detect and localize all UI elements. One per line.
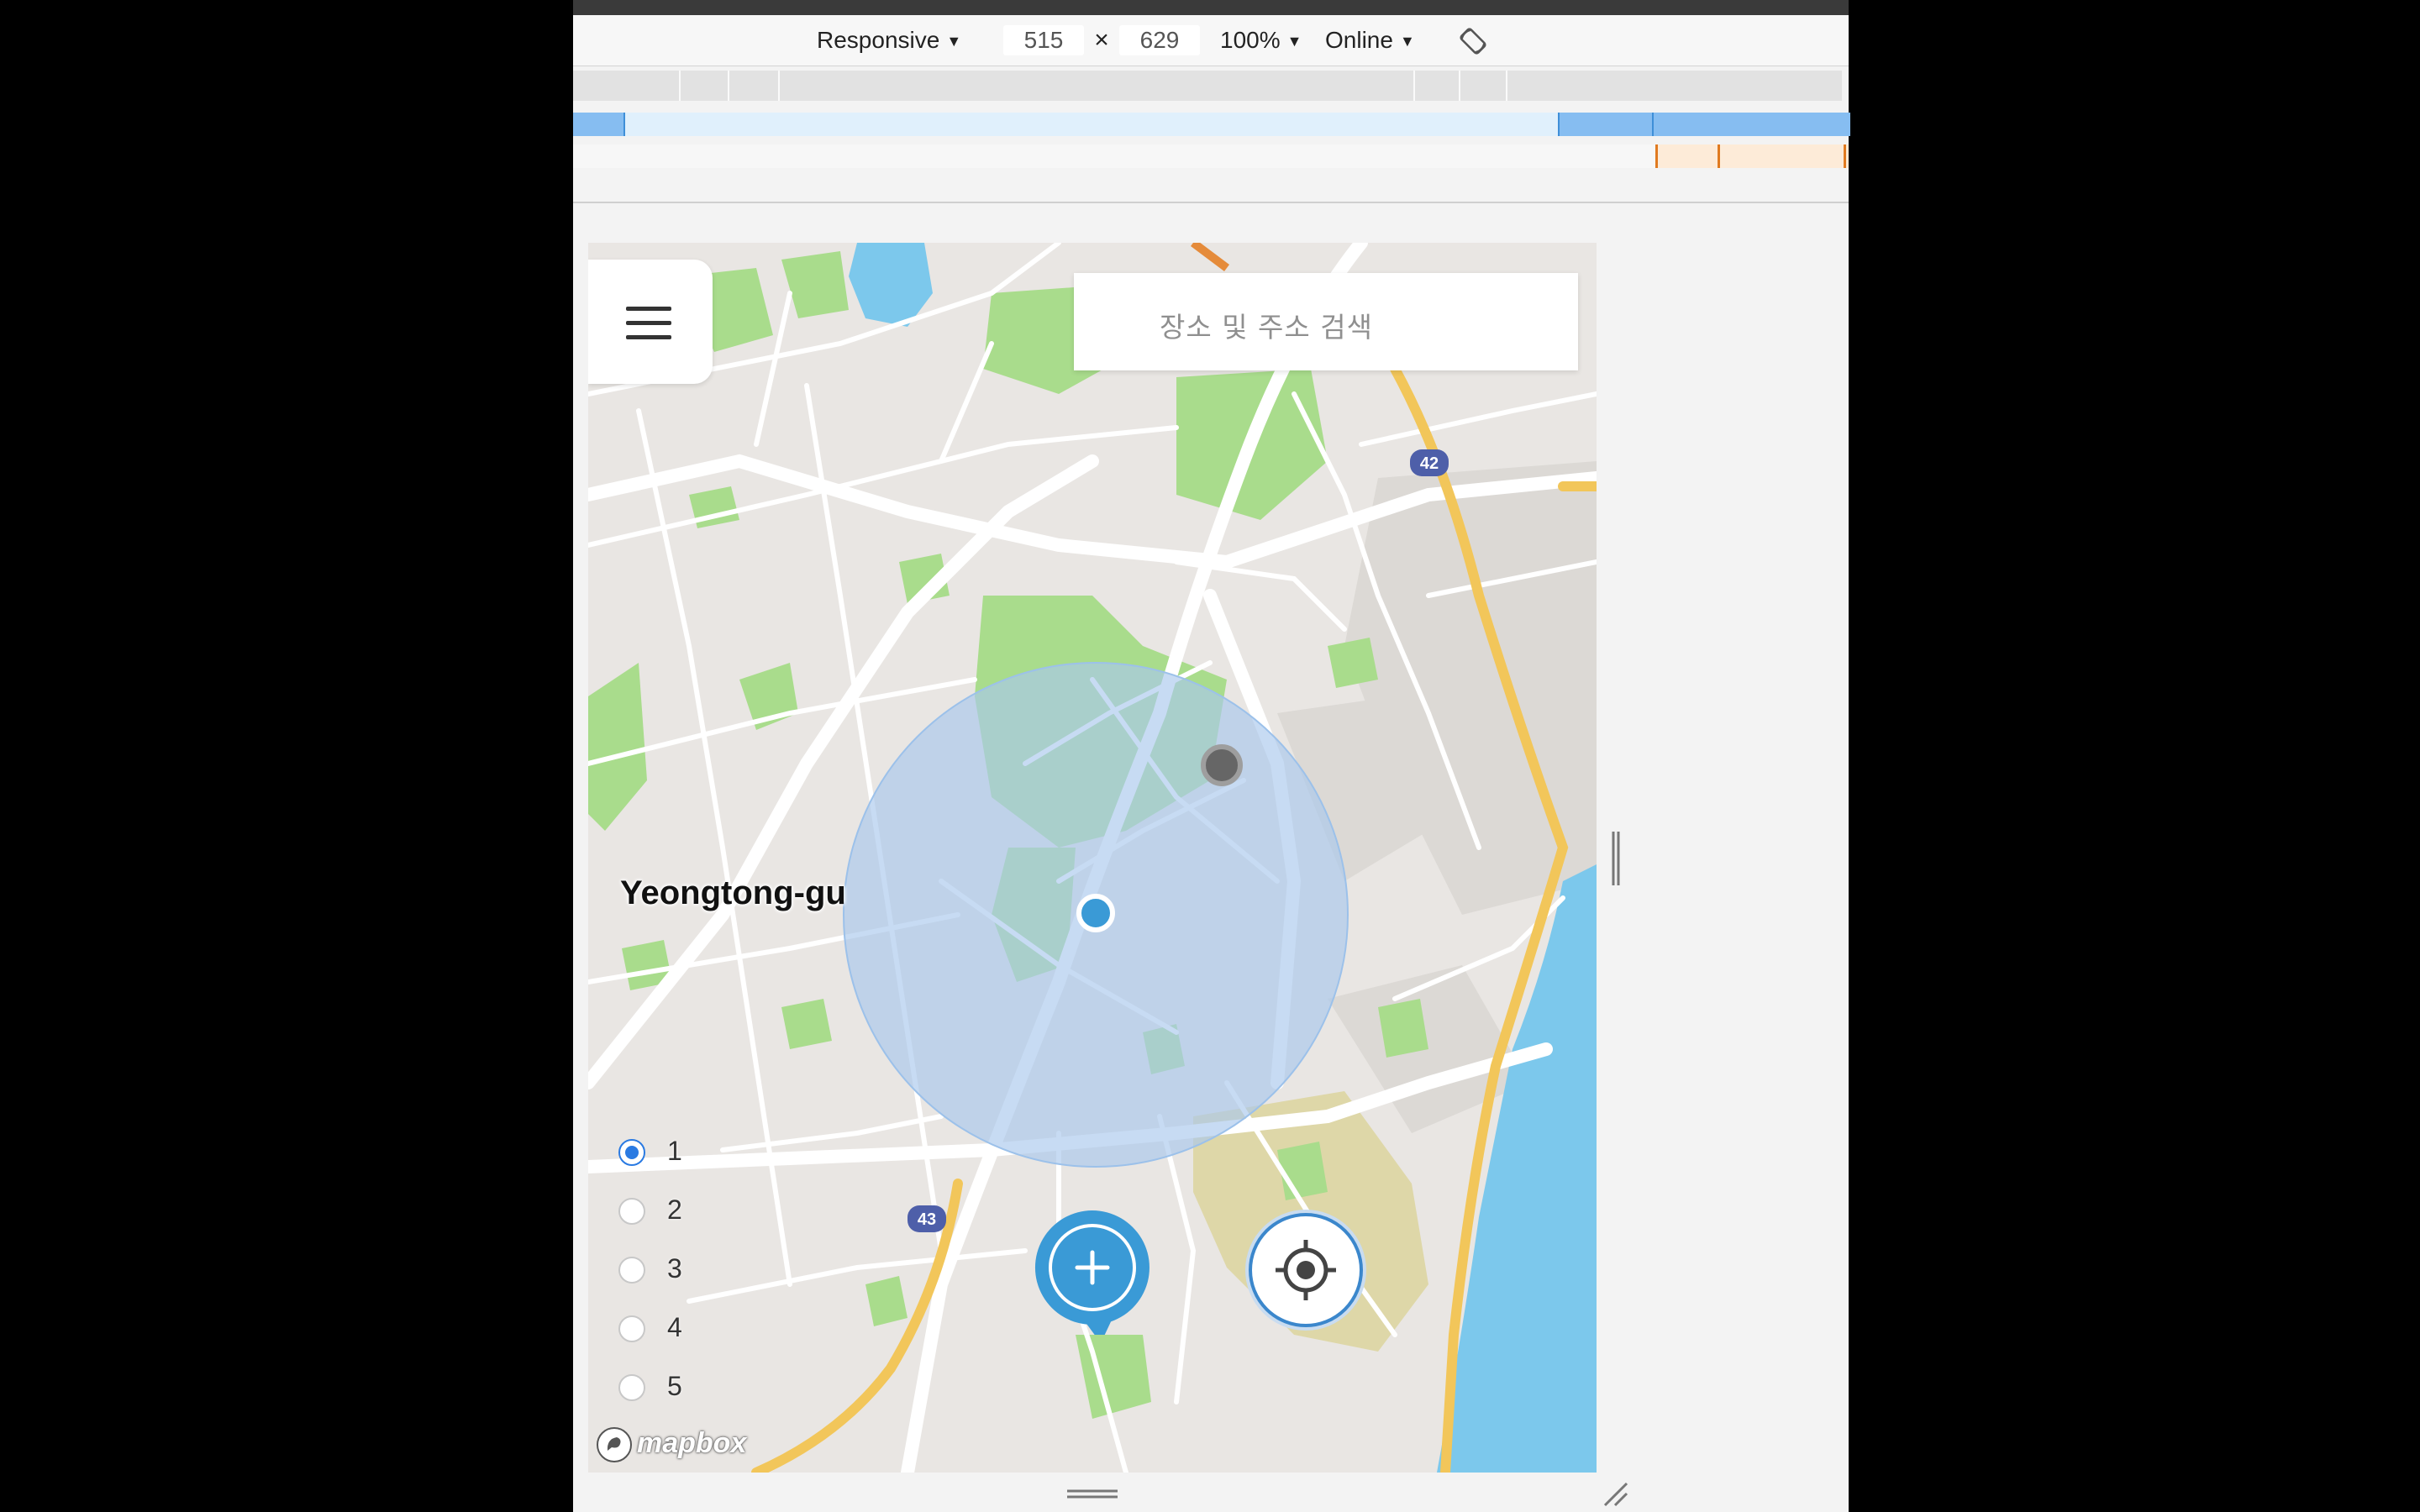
radio-empty-icon[interactable] <box>618 1374 645 1401</box>
network-throttle-dropdown[interactable]: Online ▼ <box>1325 25 1415 55</box>
toolbar-divider <box>573 202 1849 203</box>
mapbox-logo-icon <box>597 1427 632 1462</box>
radio-label: 1 <box>667 1136 682 1166</box>
radio-selected-icon[interactable] <box>618 1139 645 1166</box>
radio-empty-icon[interactable] <box>618 1315 645 1342</box>
zoom-label: 100% <box>1220 27 1281 53</box>
add-place-button[interactable] <box>1034 1209 1151 1335</box>
place-search-input[interactable]: 장소 및 주소 검색 <box>1074 273 1578 370</box>
radio-empty-icon[interactable] <box>618 1198 645 1225</box>
my-location-button[interactable] <box>1249 1213 1363 1327</box>
route-shield-43: 43 <box>908 1205 946 1232</box>
resize-handle-bottom-icon[interactable] <box>1067 1488 1118 1500</box>
radio-label: 4 <box>667 1312 682 1342</box>
map-viewport[interactable]: 42 43 장소 및 주소 검색 Yeongtong-gu 1 2 3 4 5 … <box>588 243 1597 1473</box>
rotate-device-icon[interactable] <box>1459 27 1487 55</box>
resize-handle-right-icon[interactable] <box>1610 832 1622 885</box>
device-mode-label: Responsive <box>817 27 940 53</box>
radio-label: 5 <box>667 1371 682 1401</box>
hamburger-icon <box>626 307 671 311</box>
viewport-height-input[interactable]: 629 <box>1119 25 1200 55</box>
dimension-separator: × <box>1094 26 1109 54</box>
network-label: Online <box>1325 27 1393 53</box>
route-shield-43-label: 43 <box>918 1210 936 1229</box>
devtools-top-strip <box>573 0 1849 15</box>
device-toolbar: Responsive ▼ 515 × 629 100% ▼ Online ▼ <box>573 15 1849 66</box>
radio-label: 2 <box>667 1194 682 1225</box>
media-query-bar-min-max[interactable] <box>573 113 1850 136</box>
device-mode-dropdown[interactable]: Responsive ▼ <box>817 25 961 55</box>
route-shield-42: 42 <box>1410 449 1449 476</box>
viewport-width-input[interactable]: 515 <box>1003 25 1084 55</box>
district-label: Yeongtong-gu <box>620 874 846 911</box>
crosshair-icon <box>1276 1240 1336 1300</box>
user-location-marker <box>1076 894 1115 932</box>
hamburger-icon-bar <box>626 335 671 339</box>
route-shield-42-label: 42 <box>1420 454 1439 473</box>
media-query-bar-max-width[interactable] <box>573 71 1842 101</box>
resize-handle-corner-icon[interactable] <box>1602 1480 1628 1507</box>
place-marker <box>1201 744 1243 786</box>
media-query-bar-min-width[interactable] <box>573 144 1849 168</box>
zoom-dropdown[interactable]: 100% ▼ <box>1220 25 1302 55</box>
hamburger-icon-bar <box>626 321 671 325</box>
radio-empty-icon[interactable] <box>618 1257 645 1284</box>
chevron-down-icon: ▼ <box>946 33 962 50</box>
menu-button[interactable] <box>588 260 713 384</box>
radio-label: 3 <box>667 1253 682 1284</box>
search-placeholder: 장소 및 주소 검색 <box>1160 311 1373 344</box>
chevron-down-icon: ▼ <box>1399 33 1415 50</box>
mapbox-wordmark: mapbox <box>637 1427 747 1459</box>
chevron-down-icon: ▼ <box>1286 33 1302 50</box>
